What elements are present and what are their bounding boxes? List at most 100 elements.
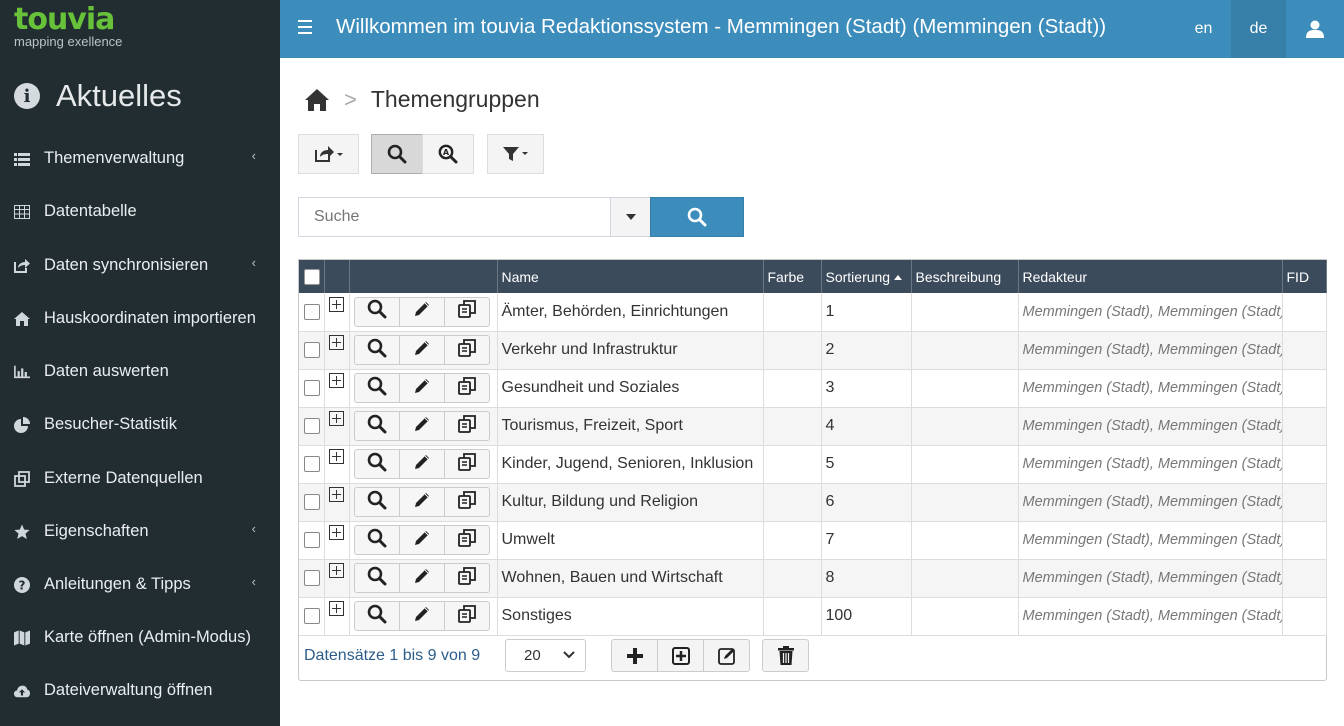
delete-selected-button[interactable] [762,639,809,672]
edit-button[interactable] [398,601,445,631]
menu-toggle-icon[interactable] [298,20,312,34]
add-child-button[interactable] [657,639,704,672]
search-submit-button[interactable] [650,197,744,237]
edit-button[interactable] [398,449,445,479]
select-all-checkbox[interactable] [304,269,320,286]
expand-row-icon[interactable] [328,373,344,388]
pie-chart-icon [14,416,30,433]
sidebar-item-anleitungen-tipps[interactable]: ? Anleitungen & Tipps ‹ [0,558,280,611]
copy-button[interactable] [443,601,490,631]
column-header-redakteur[interactable]: Redakteur [1018,260,1283,293]
table-row[interactable]: Verkehr und Infrastruktur 2 Memmingen (Sta… [299,331,1327,370]
sidebar-item-datentabelle[interactable]: Datentabelle [0,185,280,238]
column-header-name[interactable]: Name [497,260,764,293]
row-checkbox[interactable] [304,569,320,586]
expand-row-icon[interactable] [328,563,344,578]
row-checkbox[interactable] [304,341,320,358]
page-size-select[interactable]: 20 [505,639,586,672]
sidebar-item-daten-auswerten[interactable]: Daten auswerten [0,345,280,398]
copy-button[interactable] [443,373,490,403]
row-checkbox[interactable] [304,417,320,434]
copy-button[interactable] [443,296,490,327]
expand-row-icon[interactable] [328,487,344,502]
expand-row-icon[interactable] [328,296,344,312]
column-header-beschreibung[interactable]: Beschreibung [911,260,1019,293]
row-checkbox[interactable] [304,531,320,548]
copy-button[interactable] [443,563,490,593]
expand-row-icon[interactable] [328,525,344,540]
column-header-farbe[interactable]: Farbe [763,260,822,293]
view-button[interactable] [353,411,400,441]
table-row[interactable]: Umwelt 7 Memmingen (Stadt), Memmingen (Sta… [299,521,1327,560]
column-header-sortierung[interactable]: Sortierung [821,260,912,293]
sidebar-item-eigenschaften[interactable]: Eigenschaften ‹ [0,505,280,558]
cell-name: Wohnen, Bauen und Wirtschaft [497,559,764,598]
sidebar-item-themenverwaltung[interactable]: Themenverwaltung ‹ [0,132,280,185]
view-button[interactable] [353,373,400,403]
row-checkbox[interactable] [304,303,320,320]
edit-button[interactable] [398,487,445,517]
table-row[interactable]: Ämter, Behörden, Einrichtungen 1 Memmingen… [299,293,1327,332]
view-button[interactable] [353,449,400,479]
export-dropdown-button[interactable] [298,134,359,174]
edit-button[interactable] [398,563,445,593]
copy-button[interactable] [443,411,490,441]
row-checkbox[interactable] [304,493,320,510]
add-record-button[interactable] [611,639,658,672]
view-button[interactable] [353,335,400,365]
table-row[interactable]: Kinder, Jugend, Senioren, Inklusion 5 Memm… [299,445,1327,484]
sidebar-item-label: Besucher-Statistik [44,415,177,433]
expand-row-icon[interactable] [328,449,344,464]
copy-button[interactable] [443,487,490,517]
search-input[interactable] [298,197,611,237]
expand-row-icon[interactable] [328,335,344,350]
view-button[interactable] [353,487,400,517]
copy-button[interactable] [443,335,490,365]
table-row[interactable]: Sonstiges 100 Memmingen (Stadt), Memmingen… [299,597,1327,636]
view-button[interactable] [353,525,400,555]
expand-row-icon[interactable] [328,601,344,616]
cell-redakteur: Memmingen (Stadt), Memmingen (Stadt) [1018,293,1283,332]
copy-button[interactable] [443,449,490,479]
view-button[interactable] [353,296,400,327]
column-header-fid[interactable]: FID [1282,260,1327,293]
advanced-search-button[interactable]: A [422,134,474,174]
edit-selected-button[interactable] [703,639,750,672]
sidebar-item-daten-synchronisieren[interactable]: Daten synchronisieren ‹ [0,239,280,292]
view-button[interactable] [353,563,400,593]
sidebar-item-besucher-statistik[interactable]: Besucher-Statistik [0,398,280,451]
expand-row-icon[interactable] [328,411,344,426]
sidebar-item-dateiverwaltung-öffnen[interactable]: Dateiverwaltung öffnen [0,664,280,717]
edit-button[interactable] [398,525,445,555]
filter-dropdown-button[interactable] [487,134,544,174]
cell-fid [1282,293,1327,332]
plus-icon [626,647,643,664]
view-button[interactable] [353,601,400,631]
search-toggle-button[interactable] [371,134,423,174]
edit-button[interactable] [398,411,445,441]
table-row[interactable]: Kultur, Bildung und Religion 6 Memmingen (… [299,483,1327,522]
table-row[interactable]: Tourismus, Freizeit, Sport 4 Memmingen (St… [299,407,1327,446]
sidebar-item-externe-datenquellen[interactable]: Externe Datenquellen [0,452,280,505]
row-checkbox[interactable] [304,455,320,472]
logo[interactable]: touvia mapping exellence [0,0,280,58]
user-menu-button[interactable] [1286,0,1344,58]
sidebar-item-label: Karte öffnen (Admin-Modus) [44,628,251,646]
cell-beschreibung [911,559,1019,598]
row-checkbox[interactable] [304,379,320,396]
copy-icon [457,604,477,629]
edit-button[interactable] [398,296,445,327]
sidebar-item-label: Hauskoordinaten importieren [44,309,256,327]
edit-button[interactable] [398,373,445,403]
row-checkbox[interactable] [304,607,320,624]
lang-en-button[interactable]: en [1176,0,1231,58]
sidebar-item-karte-öffnen-admin-modus[interactable]: Karte öffnen (Admin-Modus) [0,611,280,664]
home-icon[interactable] [304,88,330,112]
table-row[interactable]: Gesundheit und Soziales 3 Memmingen (Stadt… [299,369,1327,408]
table-row[interactable]: Wohnen, Bauen und Wirtschaft 8 Memmingen (… [299,559,1327,598]
copy-button[interactable] [443,525,490,555]
lang-de-button[interactable]: de [1231,0,1286,58]
search-options-dropdown[interactable] [610,197,651,237]
edit-button[interactable] [398,335,445,365]
sidebar-item-hauskoordinaten-importieren[interactable]: Hauskoordinaten importieren [0,292,280,345]
